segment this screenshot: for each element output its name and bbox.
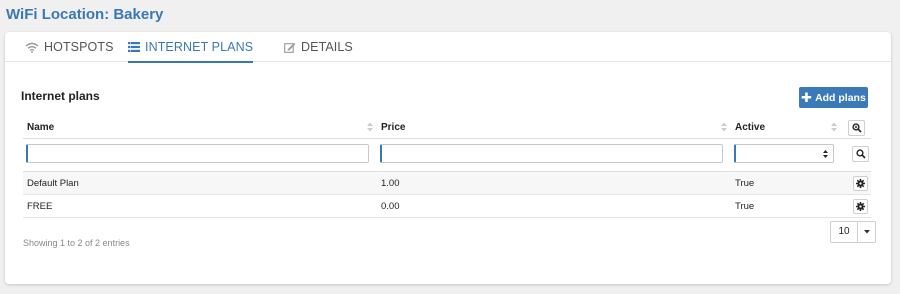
plan-active-cell: True — [735, 201, 755, 212]
filter-row — [23, 139, 871, 172]
plus-icon: ✚ — [801, 90, 813, 105]
page-title: WiFi Location: Bakery — [6, 6, 164, 23]
main-panel: HOTSPOTS INTERNET PLANS DETAILS Internet… — [5, 32, 891, 284]
search-icon — [855, 149, 866, 159]
gear-icon — [856, 179, 865, 188]
plan-name-cell: Default Plan — [27, 178, 79, 189]
tab-hotspots[interactable]: HOTSPOTS — [25, 32, 114, 62]
name-filter-input[interactable] — [26, 144, 369, 163]
gear-icon — [856, 202, 865, 211]
edit-icon — [284, 42, 296, 53]
add-plans-label: Add plans — [815, 91, 866, 104]
active-filter-select[interactable] — [734, 144, 834, 163]
row-settings-button[interactable] — [853, 176, 868, 191]
plan-price-cell: 1.00 — [381, 178, 400, 189]
price-filter-input[interactable] — [380, 144, 723, 163]
column-header-active[interactable]: Active — [735, 117, 765, 139]
tab-details[interactable]: DETAILS — [284, 32, 353, 62]
plan-price-cell: 0.00 — [381, 201, 400, 212]
section-title: Internet plans — [21, 89, 100, 103]
add-plans-button[interactable]: ✚ Add plans — [799, 87, 868, 108]
zoom-icon — [851, 123, 862, 133]
sort-icon[interactable] — [367, 122, 373, 132]
table-info: Showing 1 to 2 of 2 entries — [23, 238, 130, 248]
column-search-button[interactable] — [848, 120, 865, 136]
list-icon — [128, 42, 140, 52]
select-arrows-icon — [823, 150, 828, 158]
tab-bar: HOTSPOTS INTERNET PLANS DETAILS — [5, 32, 891, 63]
table-header: Name Price Active — [23, 117, 871, 139]
row-settings-button[interactable] — [853, 199, 868, 214]
column-header-price[interactable]: Price — [381, 117, 405, 139]
sort-icon[interactable] — [721, 122, 727, 132]
page-size-select[interactable]: 10 — [830, 221, 876, 243]
tab-internet-plans[interactable]: INTERNET PLANS — [128, 32, 254, 63]
wifi-icon — [25, 42, 39, 53]
filter-search-button[interactable] — [852, 146, 869, 162]
column-header-name[interactable]: Name — [27, 117, 54, 139]
tab-details-label: DETAILS — [301, 40, 353, 54]
sort-icon[interactable] — [831, 122, 837, 132]
caret-down-icon — [858, 222, 875, 242]
tab-hotspots-label: HOTSPOTS — [44, 40, 114, 54]
table-row[interactable]: Default Plan 1.00 True — [23, 172, 871, 195]
table-row[interactable]: FREE 0.00 True — [23, 195, 871, 218]
tab-internet-plans-label: INTERNET PLANS — [145, 40, 254, 54]
plan-name-cell: FREE — [27, 201, 53, 212]
page-size-value: 10 — [831, 222, 858, 242]
plan-active-cell: True — [735, 178, 755, 189]
